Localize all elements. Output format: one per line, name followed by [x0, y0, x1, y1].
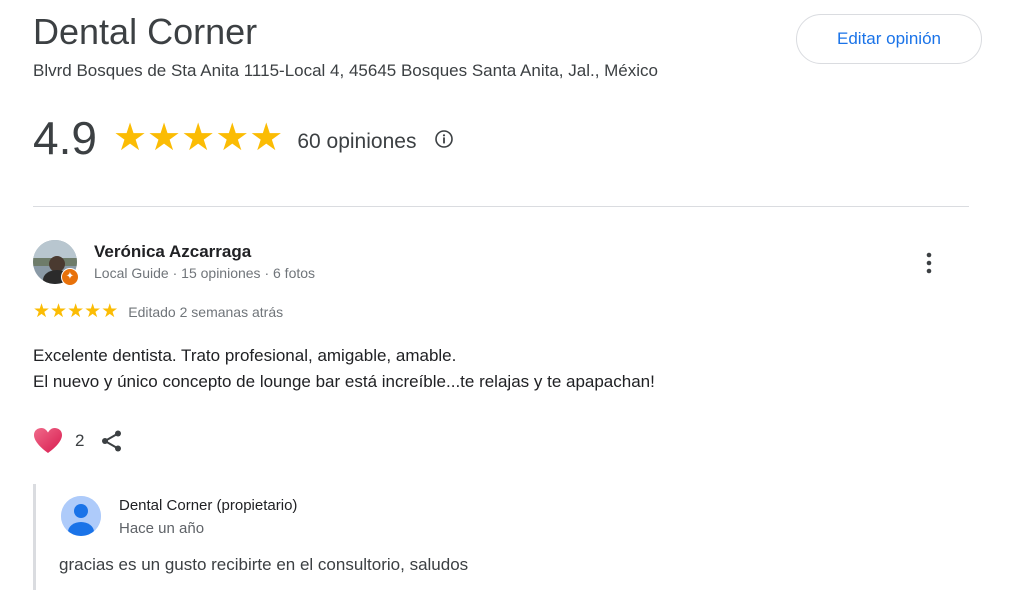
review-page: Dental Corner Blvrd Bosques de Sta Anita…	[0, 0, 1024, 604]
reviewer-avatar[interactable]: ✦	[33, 240, 79, 286]
star-icon: ★	[84, 301, 102, 322]
review-rating: ★ ★ ★ ★ ★ Editado 2 semanas atrás	[33, 302, 283, 322]
edit-review-button[interactable]: Editar opinión	[796, 14, 982, 64]
rating-value: 4.9	[33, 112, 97, 164]
owner-response: Dental Corner (propietario) Hace un año …	[33, 484, 736, 590]
review-text: Excelente dentista. Trato profesional, a…	[33, 343, 933, 395]
star-icon: ★	[33, 301, 51, 322]
edited-label: Editado 2 semanas atrás	[128, 304, 284, 320]
reviewer-meta: Local Guide · 15 opiniones · 6 fotos	[94, 265, 316, 281]
review-count[interactable]: 60 opiniones	[297, 130, 416, 154]
owner-name: Dental Corner (propietario)	[119, 497, 298, 514]
star-icon: ★	[67, 301, 85, 322]
star-icon: ★	[181, 117, 216, 159]
reviewer-name[interactable]: Verónica Azcarraga	[94, 242, 251, 262]
rating-stars: ★ ★ ★ ★ ★	[113, 118, 283, 158]
heart-icon[interactable]	[33, 427, 63, 455]
star-icon: ★	[112, 117, 148, 159]
like-count: 2	[75, 431, 85, 450]
star-icon: ★	[50, 301, 68, 322]
owner-response-text: gracias es un gusto recibirte en el cons…	[59, 555, 469, 574]
review-text-line: Excelente dentista. Trato profesional, a…	[33, 346, 457, 365]
star-icon: ★	[101, 301, 119, 322]
local-guide-badge-icon: ✦	[61, 268, 79, 286]
business-name: Dental Corner	[33, 11, 258, 52]
business-address: Blvrd Bosques de Sta Anita 1115-Local 4,…	[33, 61, 658, 80]
more-vert-icon[interactable]	[915, 249, 943, 277]
star-icon: ★	[249, 117, 284, 159]
divider	[33, 206, 969, 207]
overall-rating: 4.9 ★ ★ ★ ★ ★ 60 opiniones	[33, 112, 454, 164]
share-icon[interactable]	[100, 429, 124, 453]
star-icon: ★	[215, 117, 250, 159]
reactions-row: 2	[33, 426, 124, 456]
owner-avatar	[61, 496, 101, 536]
info-icon[interactable]	[434, 129, 454, 149]
owner-response-date: Hace un año	[119, 520, 205, 537]
review-text-line: El nuevo y único concepto de lounge bar …	[33, 372, 655, 391]
star-icon: ★	[147, 117, 182, 159]
